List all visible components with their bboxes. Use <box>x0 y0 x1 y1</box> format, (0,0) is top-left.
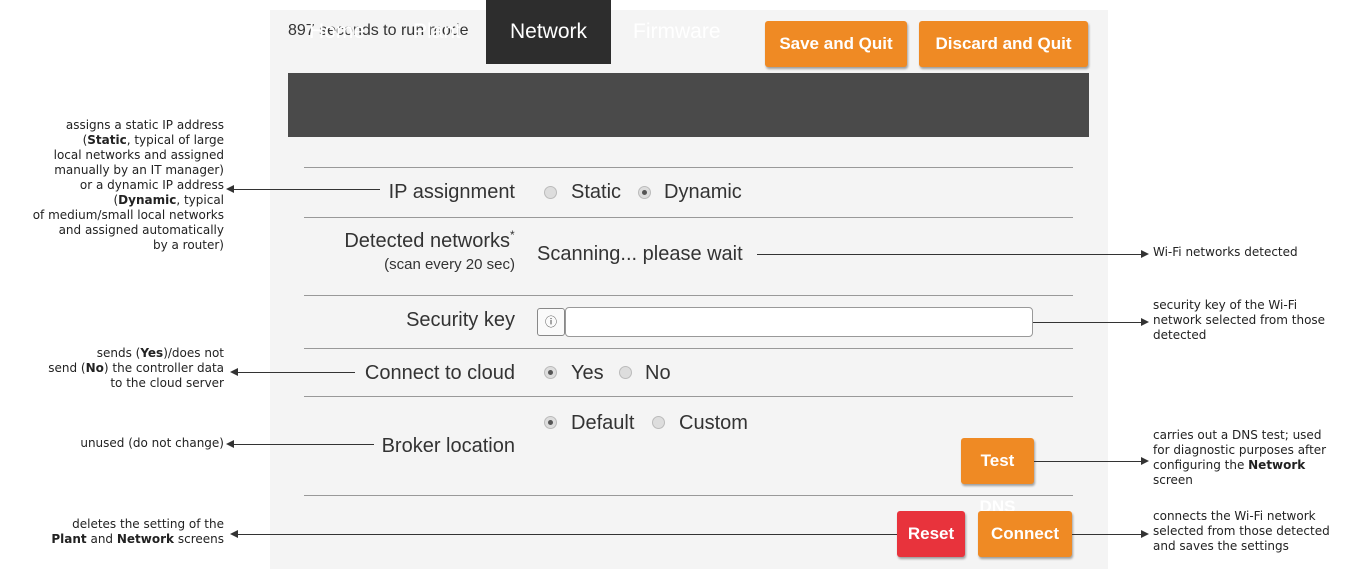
radio-dynamic[interactable] <box>638 186 651 199</box>
tab-plant[interactable]: Plant <box>413 0 461 64</box>
connect-button[interactable]: Connect <box>978 511 1072 557</box>
option-static-label: Static <box>571 181 622 203</box>
option-custom-label: Custom <box>679 412 748 434</box>
annotation-detected-networks: Wi-Fi networks detected <box>1153 245 1298 259</box>
arrow-head <box>230 368 238 376</box>
connect-to-cloud-label: Connect to cloud <box>364 362 515 384</box>
leader-line <box>238 534 897 535</box>
divider <box>304 495 1073 496</box>
reset-button[interactable]: Reset <box>897 511 965 557</box>
annotation-connect-to-cloud: sends (Yes)/does not send (No) the contr… <box>48 346 224 390</box>
nav-bar <box>288 73 1089 137</box>
leader-line <box>1034 461 1141 462</box>
asterisk: * <box>510 228 515 242</box>
arrow-head <box>226 185 234 193</box>
discard-and-quit-button[interactable]: Discard and Quit <box>919 21 1088 67</box>
arrow-head <box>1141 318 1149 326</box>
radio-custom[interactable] <box>652 416 665 429</box>
annotation-broker-location: unused (do not change) <box>80 436 224 450</box>
divider <box>304 396 1073 397</box>
security-key-label: Security key <box>406 309 515 331</box>
networks-status: Scanning... please wait <box>537 243 743 265</box>
leader-line <box>1033 322 1141 323</box>
leader-line <box>1072 534 1141 535</box>
test-dns-button[interactable]: Test DNS <box>961 438 1034 516</box>
tab-home[interactable]: Home <box>309 0 365 64</box>
radio-default[interactable] <box>544 416 557 429</box>
arrow-head <box>230 530 238 538</box>
option-default-label: Default <box>571 412 635 434</box>
radio-yes[interactable] <box>544 366 557 379</box>
leader-line <box>234 189 380 190</box>
leader-line <box>234 444 374 445</box>
radio-static[interactable] <box>544 186 557 199</box>
detected-networks-label: Detected networks <box>344 230 510 252</box>
ip-assignment-label: IP assignment <box>388 181 515 203</box>
arrow-head <box>1141 530 1149 538</box>
annotation-security-key: security key of the Wi-Fi network select… <box>1153 298 1326 342</box>
option-no-label: No <box>645 362 671 384</box>
annotation-test-dns: carries out a DNS test; used for diagnos… <box>1153 428 1327 487</box>
tab-firmware[interactable]: Firmware <box>633 0 721 64</box>
tab-network[interactable]: Network <box>486 0 611 64</box>
divider <box>304 295 1073 296</box>
arrow-head <box>1141 250 1149 258</box>
leader-line <box>238 372 355 373</box>
save-and-quit-button[interactable]: Save and Quit <box>765 21 907 67</box>
divider <box>304 167 1073 168</box>
leader-line <box>757 254 1141 255</box>
divider <box>304 217 1073 218</box>
annotation-ip-assignment: assigns a static IP address (Static, typ… <box>32 118 224 252</box>
annotation-connect: connects the Wi-Fi network selected from… <box>1153 509 1330 553</box>
info-icon[interactable]: ⓘ <box>537 308 565 336</box>
security-key-input[interactable] <box>565 307 1033 337</box>
scan-interval-label: (scan every 20 sec) <box>384 256 515 273</box>
broker-location-label: Broker location <box>381 435 515 457</box>
option-yes-label: Yes <box>571 362 604 384</box>
arrow-head <box>1141 457 1149 465</box>
annotation-reset: deletes the setting of the Plant and Net… <box>51 517 224 546</box>
radio-no[interactable] <box>619 366 632 379</box>
arrow-head <box>226 440 234 448</box>
option-dynamic-label: Dynamic <box>664 181 742 203</box>
divider <box>304 348 1073 349</box>
